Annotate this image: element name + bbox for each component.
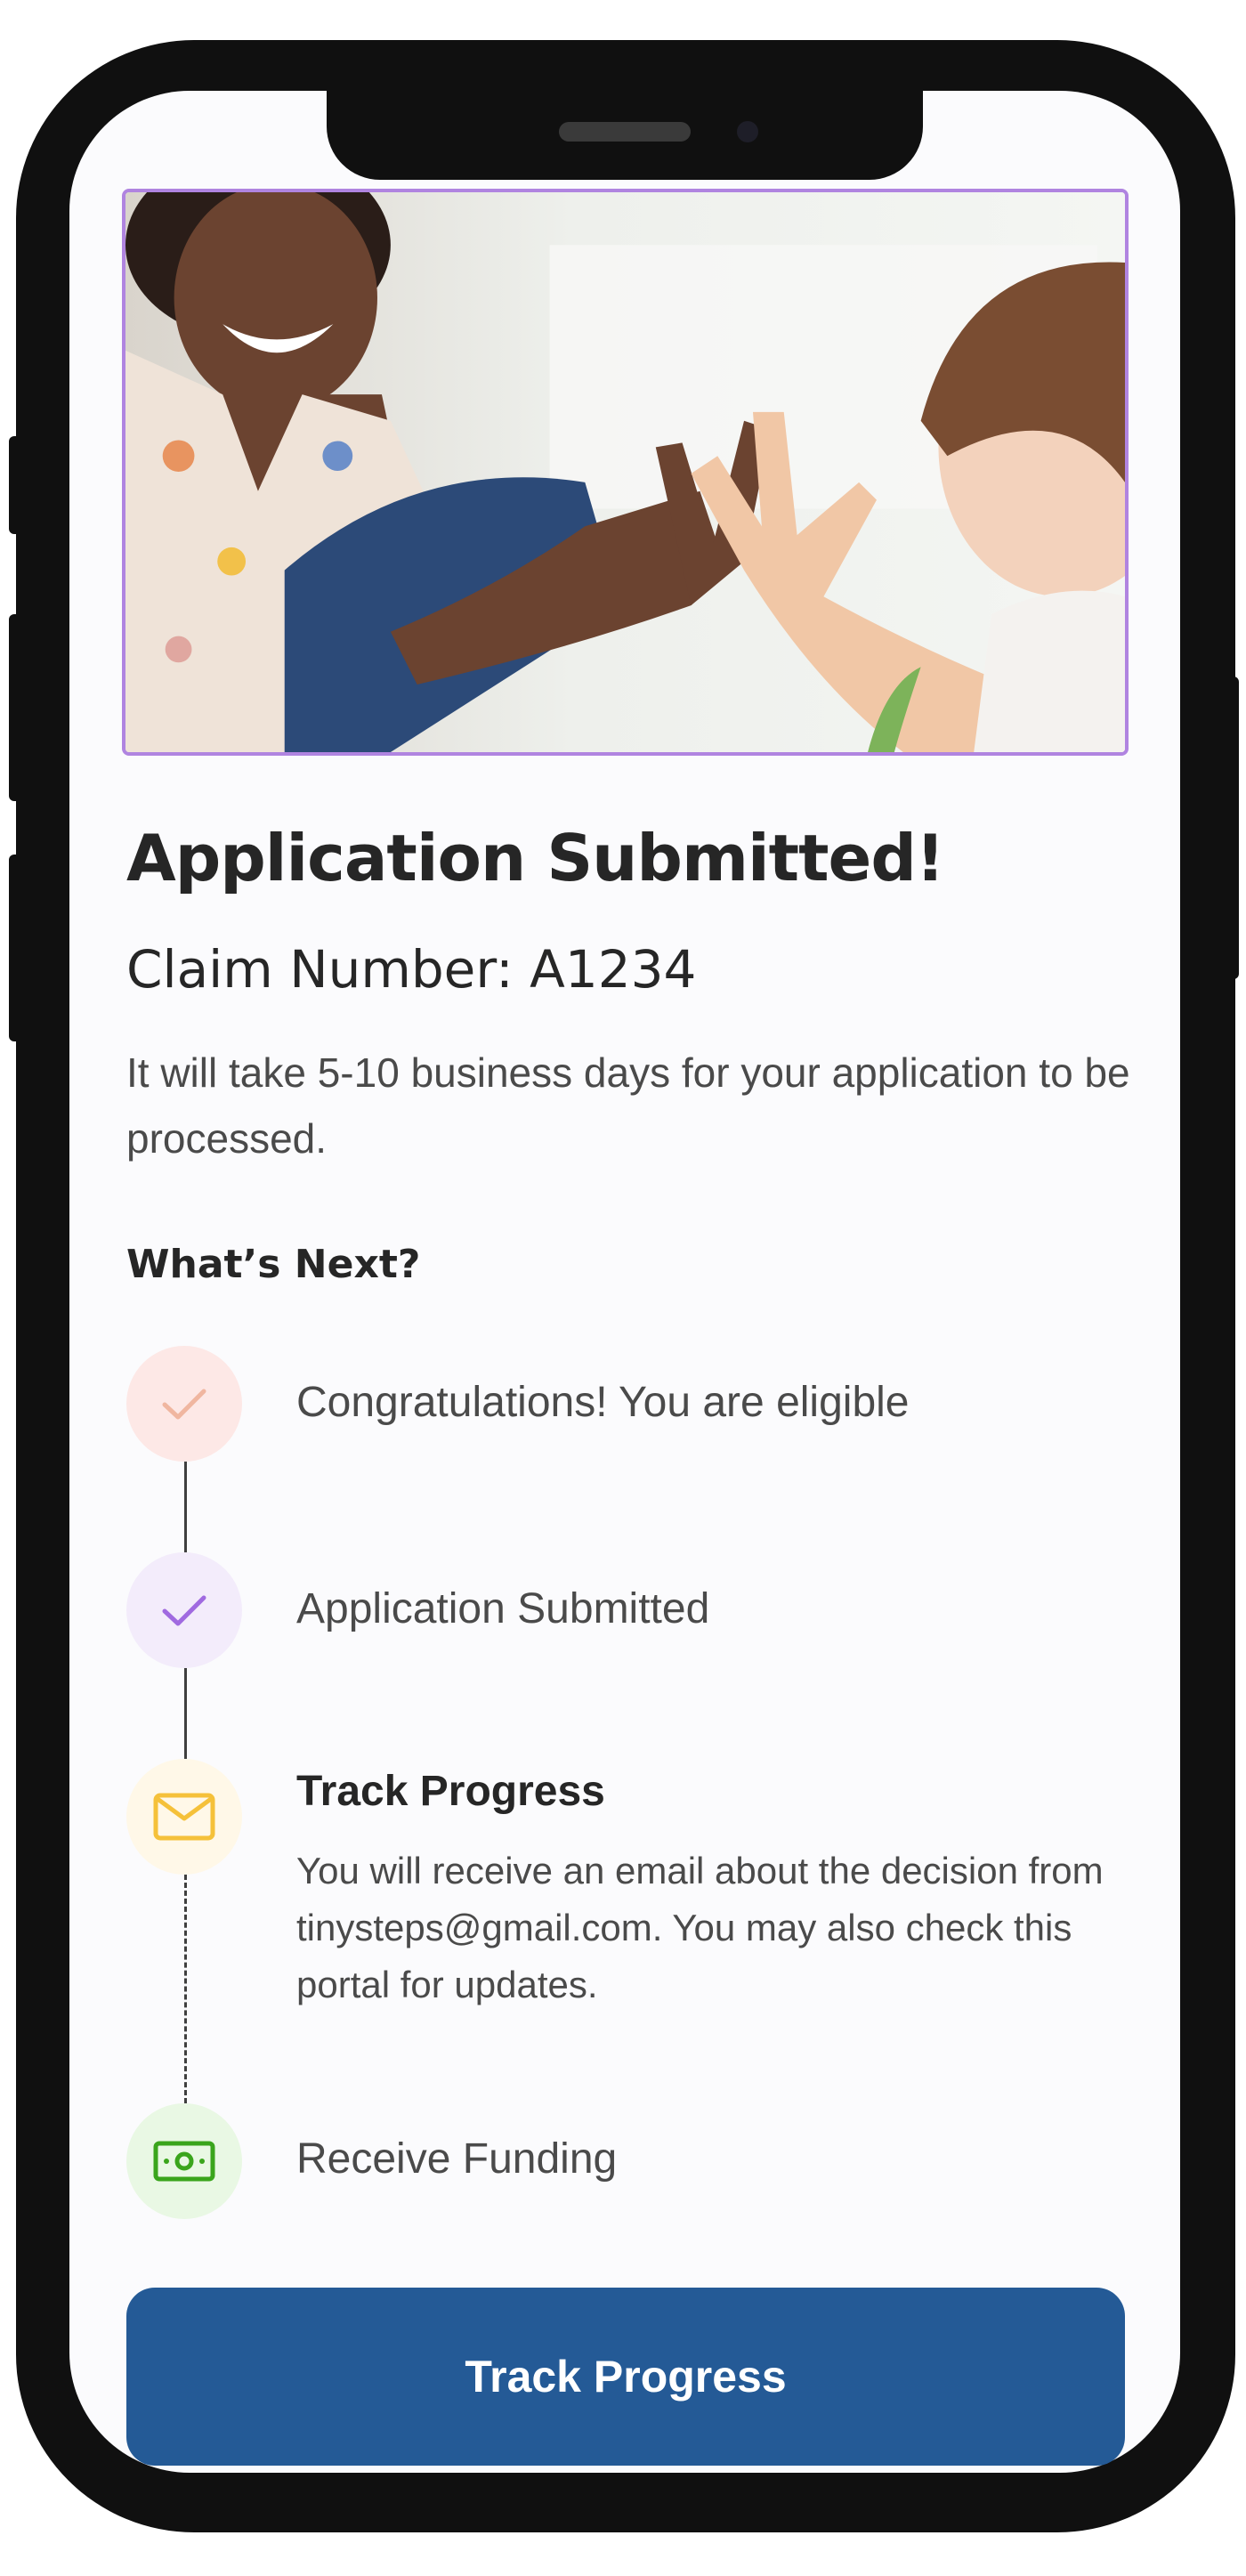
hero-image <box>122 189 1129 756</box>
step-eligible-label: Congratulations! You are eligible <box>296 1379 910 1426</box>
step-track-title: Track Progress <box>296 1768 605 1815</box>
claim-number: Claim Number: A1234 <box>126 939 697 1000</box>
speaker-grille <box>559 122 691 142</box>
step-funding-marker <box>126 2103 242 2219</box>
timeline-connector-dashed <box>184 1875 187 2103</box>
track-progress-button[interactable]: Track Progress <box>126 2288 1125 2466</box>
processing-description: It will take 5-10 business days for your… <box>126 1049 1130 1162</box>
volume-up-button <box>9 614 21 801</box>
power-button <box>1226 676 1239 979</box>
mail-icon <box>153 1793 215 1841</box>
step-track-marker <box>126 1759 242 1875</box>
whats-next-heading: What’s Next? <box>126 1242 421 1287</box>
front-camera <box>737 121 758 142</box>
timeline-connector <box>184 1462 187 1552</box>
step-track-description: You will receive an email about the deci… <box>296 1850 1104 2005</box>
cash-icon <box>153 2141 215 2182</box>
step-eligible-marker <box>126 1346 242 1462</box>
page-title: Application Submitted! <box>126 821 945 895</box>
volume-down-button <box>9 855 21 1041</box>
step-funding-label: Receive Funding <box>296 2135 618 2183</box>
check-icon <box>162 1595 206 1626</box>
step-submitted-marker <box>126 1552 242 1668</box>
step-submitted-label: Application Submitted <box>296 1585 710 1632</box>
timeline-connector <box>184 1668 187 1759</box>
silent-switch <box>9 436 21 534</box>
check-icon <box>162 1389 206 1420</box>
